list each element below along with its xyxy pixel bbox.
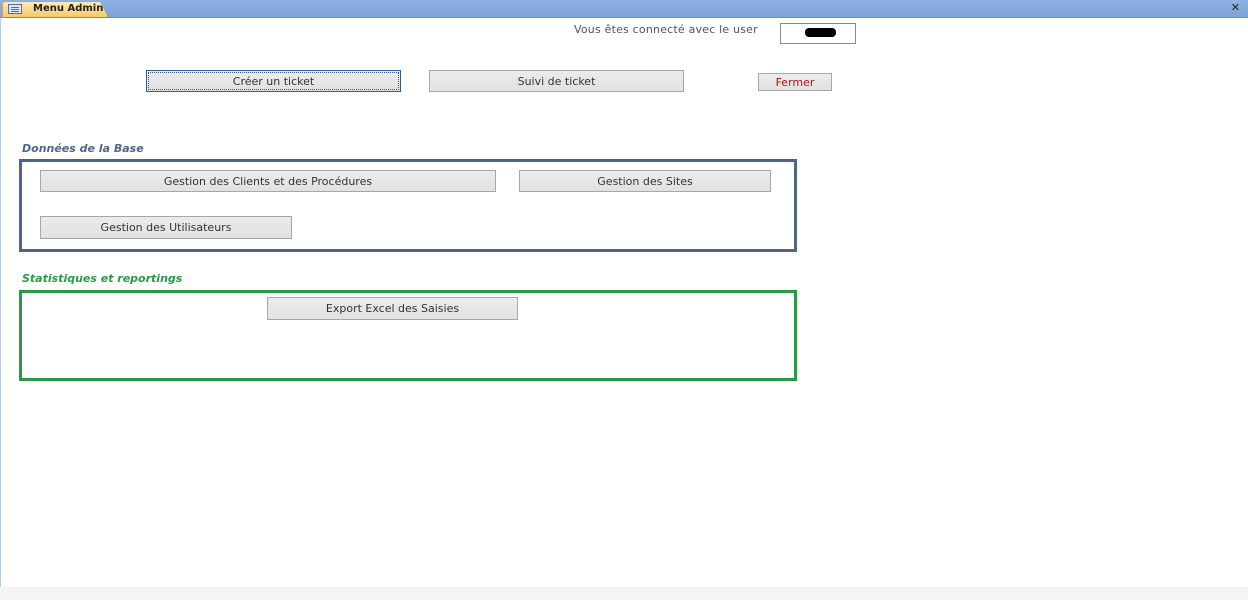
tab-menu-admin[interactable]: Menu Admin xyxy=(2,1,108,17)
close-icon[interactable]: ✕ xyxy=(1231,1,1240,14)
follow-ticket-button[interactable]: Suivi de ticket xyxy=(429,70,684,92)
current-user-field xyxy=(780,23,856,44)
stats-section-title: Statistiques et reportings xyxy=(22,272,183,285)
bottom-bar xyxy=(0,587,1248,600)
connected-user-label: Vous êtes connecté avec le user xyxy=(574,23,758,36)
export-excel-button[interactable]: Export Excel des Saisies xyxy=(267,297,518,320)
redacted-username xyxy=(805,28,836,37)
database-section-title: Données de la Base xyxy=(22,142,144,155)
manage-clients-button[interactable]: Gestion des Clients et des Procédures xyxy=(40,170,496,192)
window-left-border xyxy=(0,18,1,588)
document-tab-bar: Menu Admin ✕ xyxy=(0,0,1248,18)
tab-label: Menu Admin xyxy=(33,3,104,14)
close-button[interactable]: Fermer xyxy=(758,73,832,91)
manage-users-button[interactable]: Gestion des Utilisateurs xyxy=(40,216,292,239)
form-icon xyxy=(8,4,22,14)
manage-sites-button[interactable]: Gestion des Sites xyxy=(519,170,771,192)
create-ticket-button[interactable]: Créer un ticket xyxy=(146,70,401,92)
